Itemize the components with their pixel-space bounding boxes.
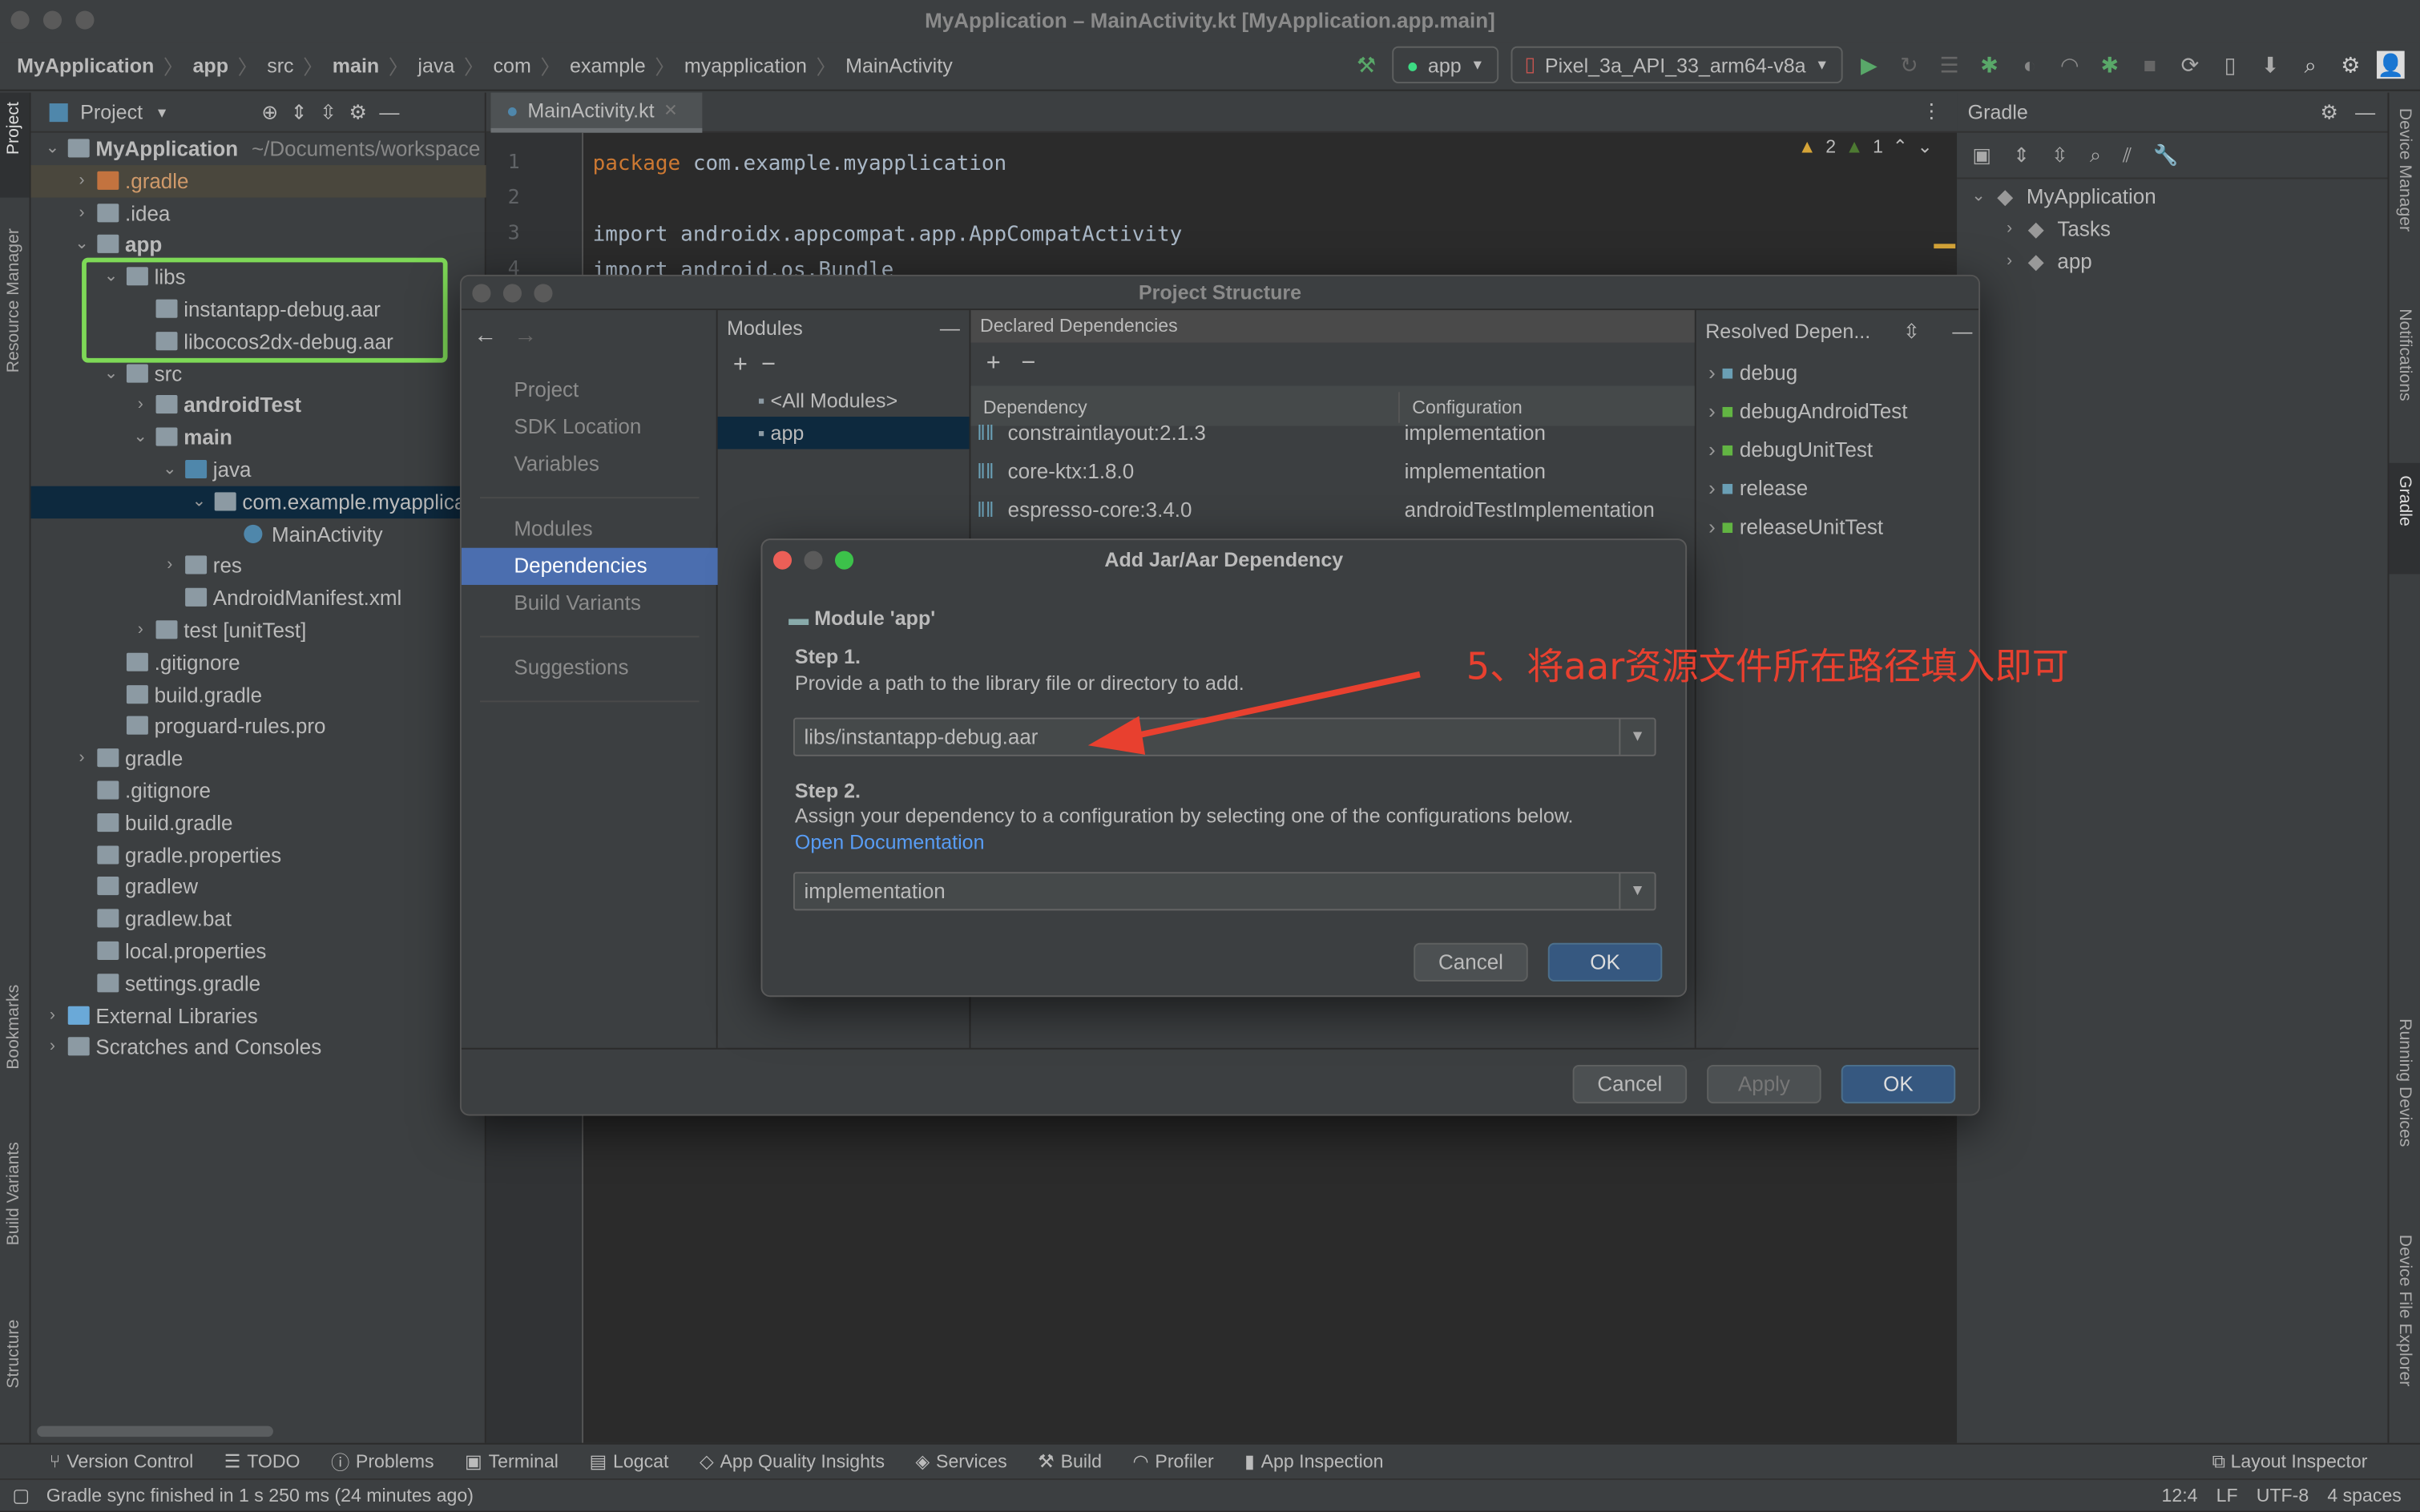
annotation-arrow	[1087, 671, 1421, 755]
annotation-text: 5、将aar资源文件所在路径填入即可	[1466, 636, 2069, 690]
annotation-label: 5、将aar资源文件所在路径填入即可	[1466, 645, 2069, 688]
android-studio-window: MyApplication – MainActivity.kt [MyAppli…	[0, 0, 2420, 1511]
